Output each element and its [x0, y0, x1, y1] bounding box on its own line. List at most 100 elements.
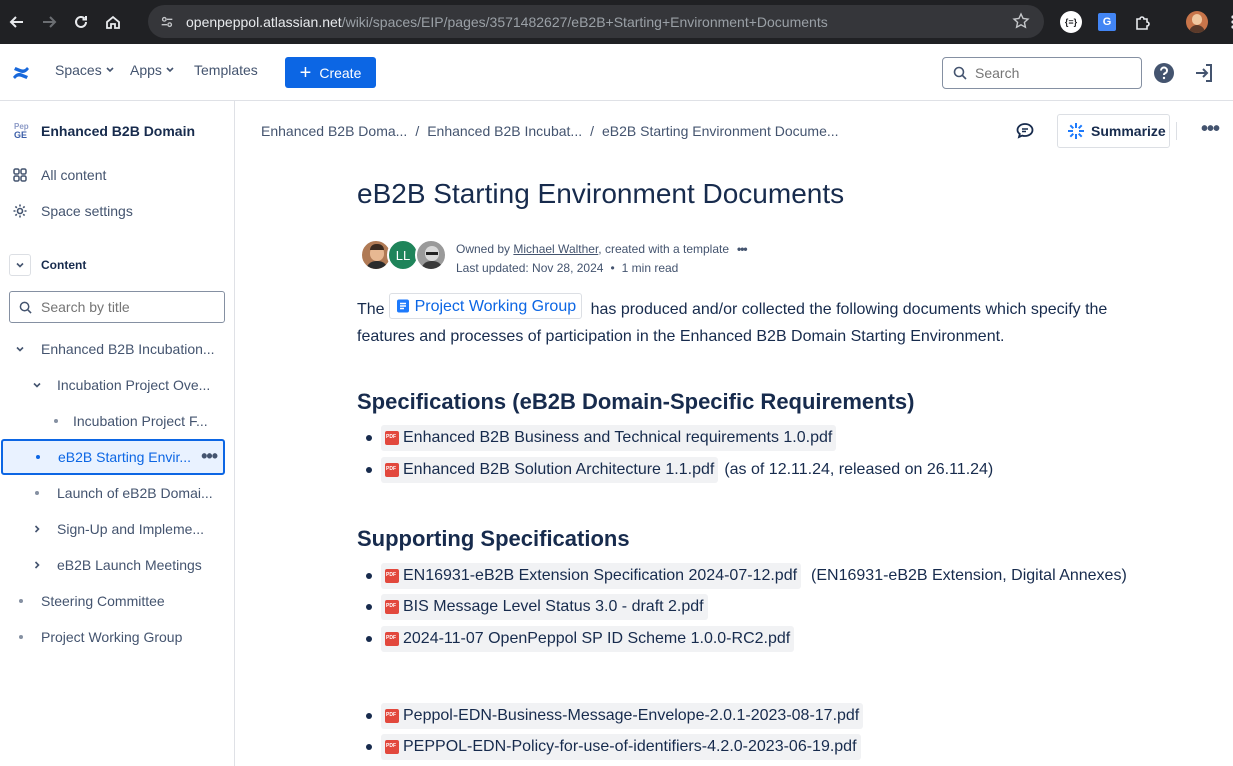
chevron-down-icon: [106, 67, 114, 73]
tree-item-incubation-project-overview[interactable]: Incubation Project Ove...: [0, 368, 235, 402]
global-search-input[interactable]: [975, 65, 1135, 81]
all-content-link[interactable]: All content: [12, 167, 106, 183]
space-sidebar: Pep GE Enhanced B2B Domain All content S…: [0, 101, 235, 766]
reload-icon[interactable]: [68, 9, 94, 35]
pdf-attachment-link[interactable]: 2024-11-07 OpenPeppol SP ID Scheme 1.0.0…: [381, 626, 795, 652]
bullet-dot: [35, 491, 39, 495]
confluence-logo-icon[interactable]: [11, 63, 31, 83]
log-in-icon[interactable]: [1193, 62, 1215, 84]
home-icon[interactable]: [100, 9, 126, 35]
summarize-button[interactable]: Summarize: [1057, 114, 1170, 148]
pdf-icon: [385, 632, 399, 646]
url-text: openpeppol.atlassian.net/wiki/spaces/EIP…: [186, 13, 828, 30]
pdf-attachment-link[interactable]: Enhanced B2B Solution Architecture 1.1.p…: [381, 457, 719, 483]
forward-arrow-icon[interactable]: [36, 9, 62, 35]
grid-icon: [13, 168, 27, 182]
more-icon[interactable]: •••: [737, 242, 748, 256]
chevron-right-icon[interactable]: [31, 523, 43, 535]
space-name: Enhanced B2B Domain: [41, 123, 196, 139]
json-extension-icon[interactable]: {≡}: [1058, 9, 1084, 35]
page-icon: [396, 299, 409, 313]
supporting-specifications-heading: Supporting Specifications: [357, 526, 630, 551]
breadcrumb-item[interactable]: Enhanced B2B Doma...: [261, 123, 407, 139]
tree-item-sign-up-and-implementation[interactable]: Sign-Up and Impleme...: [0, 512, 235, 546]
pdf-attachment-link[interactable]: BIS Message Level Status 3.0 - draft 2.p…: [381, 594, 708, 620]
bullet-dot: [36, 455, 40, 459]
pdf-icon: [385, 740, 399, 754]
page-byline: Owned by Michael Walther, created with a…: [456, 242, 748, 275]
tree-item-steering-committee[interactable]: Steering Committee: [0, 584, 235, 618]
search-icon: [953, 66, 967, 80]
search-icon: [19, 301, 32, 314]
chevron-down-icon: [166, 67, 174, 73]
pdf-attachment-link[interactable]: EN16931-eB2B Extension Specification 202…: [381, 563, 802, 589]
ai-sparkle-icon: [1068, 123, 1084, 139]
bookmark-star-icon[interactable]: [1012, 12, 1030, 30]
space-logo: Pep GE: [8, 119, 32, 143]
more-actions-icon[interactable]: •••: [1201, 119, 1220, 139]
list-item: Enhanced B2B Solution Architecture 1.1.p…: [366, 457, 993, 483]
title-search[interactable]: [9, 291, 225, 323]
specifications-heading: Specifications (eB2B Domain-Specific Req…: [357, 389, 915, 414]
pdf-attachment-link[interactable]: Enhanced B2B Business and Technical requ…: [381, 425, 837, 451]
content-section-header: Content: [9, 254, 86, 276]
list-item: BIS Message Level Status 3.0 - draft 2.p…: [366, 594, 708, 620]
tree-item-incubation-project-f[interactable]: Incubation Project F...: [0, 404, 235, 438]
project-working-group-link[interactable]: Project Working Group: [388, 293, 583, 319]
pdf-attachment-link[interactable]: PEPPOL-EDN-Policy-for-use-of-identifiers…: [381, 734, 861, 760]
confluence-header: Spaces Apps Templates + Create: [0, 44, 1233, 101]
list-item: Enhanced B2B Business and Technical requ…: [366, 425, 837, 451]
global-search[interactable]: [942, 57, 1142, 89]
address-bar[interactable]: openpeppol.atlassian.net/wiki/spaces/EIP…: [148, 5, 1044, 38]
bullet-dot: [19, 635, 23, 639]
list-item: EN16931-eB2B Extension Specification 202…: [366, 563, 1127, 589]
tree-item-eb2b-starting-environment[interactable]: eB2B Starting Envir... •••: [1, 439, 225, 475]
profile-avatar-icon[interactable]: [1184, 9, 1210, 35]
content-label: Content: [41, 258, 87, 272]
browser-menu-icon[interactable]: [1220, 9, 1233, 35]
space-settings-link[interactable]: Space settings: [12, 203, 133, 219]
extensions-puzzle-icon[interactable]: [1130, 9, 1156, 35]
tree-item-project-working-group[interactable]: Project Working Group: [0, 620, 235, 654]
list-item: PEPPOL-EDN-Policy-for-use-of-identifiers…: [366, 734, 861, 760]
pdf-icon: [385, 431, 399, 445]
intro-paragraph: The Project Working Group has produced an…: [357, 293, 1117, 350]
tree-item-launch-of-eb2b-domain[interactable]: Launch of eB2B Domai...: [0, 476, 235, 510]
breadcrumb: Enhanced B2B Doma... / Enhanced B2B Incuba…: [261, 123, 839, 139]
apps-menu[interactable]: Apps: [130, 62, 175, 78]
avatar[interactable]: [415, 239, 447, 271]
translate-extension-icon[interactable]: G: [1094, 9, 1120, 35]
gear-icon: [13, 204, 27, 218]
breadcrumb-item[interactable]: Enhanced B2B Incubat...: [427, 123, 582, 139]
space-header[interactable]: Pep GE Enhanced B2B Domain: [8, 119, 195, 143]
spaces-menu[interactable]: Spaces: [55, 62, 115, 78]
read-time: 1 min read: [621, 261, 679, 275]
tree-item-enhanced-b2b-incubation[interactable]: Enhanced B2B Incubation...: [0, 332, 235, 366]
create-button[interactable]: + Create: [285, 57, 376, 88]
pdf-icon: [385, 569, 399, 583]
pdf-icon: [385, 463, 399, 477]
pdf-icon: [385, 600, 399, 614]
last-updated: Last updated: Nov 28, 2024: [456, 261, 604, 275]
back-arrow-icon[interactable]: [4, 9, 30, 35]
chevron-right-icon[interactable]: [31, 559, 43, 571]
chevron-down-icon[interactable]: [14, 343, 26, 355]
site-info-icon[interactable]: [158, 13, 176, 31]
page-title: eB2B Starting Environment Documents: [357, 178, 845, 209]
browser-toolbar: openpeppol.atlassian.net/wiki/spaces/EIP…: [0, 0, 1233, 44]
tree-item-eb2b-launch-meetings[interactable]: eB2B Launch Meetings: [0, 548, 235, 582]
pdf-attachment-link[interactable]: Peppol-EDN-Business-Message-Envelope-2.0…: [381, 703, 864, 729]
chevron-down-icon: [16, 262, 24, 268]
title-search-input[interactable]: [41, 299, 221, 315]
contributor-avatars[interactable]: LL: [360, 239, 450, 273]
comment-icon[interactable]: [1015, 121, 1035, 141]
templates-link[interactable]: Templates: [194, 62, 258, 78]
more-actions-icon[interactable]: •••: [201, 447, 218, 465]
bullet-dot: [54, 419, 58, 423]
pdf-icon: [385, 709, 399, 723]
owner-link[interactable]: Michael Walther: [513, 242, 598, 256]
chevron-down-icon[interactable]: [31, 379, 43, 391]
content-collapse-toggle[interactable]: [9, 254, 31, 276]
breadcrumb-item[interactable]: eB2B Starting Environment Docume...: [602, 123, 839, 139]
help-icon[interactable]: [1153, 62, 1175, 84]
